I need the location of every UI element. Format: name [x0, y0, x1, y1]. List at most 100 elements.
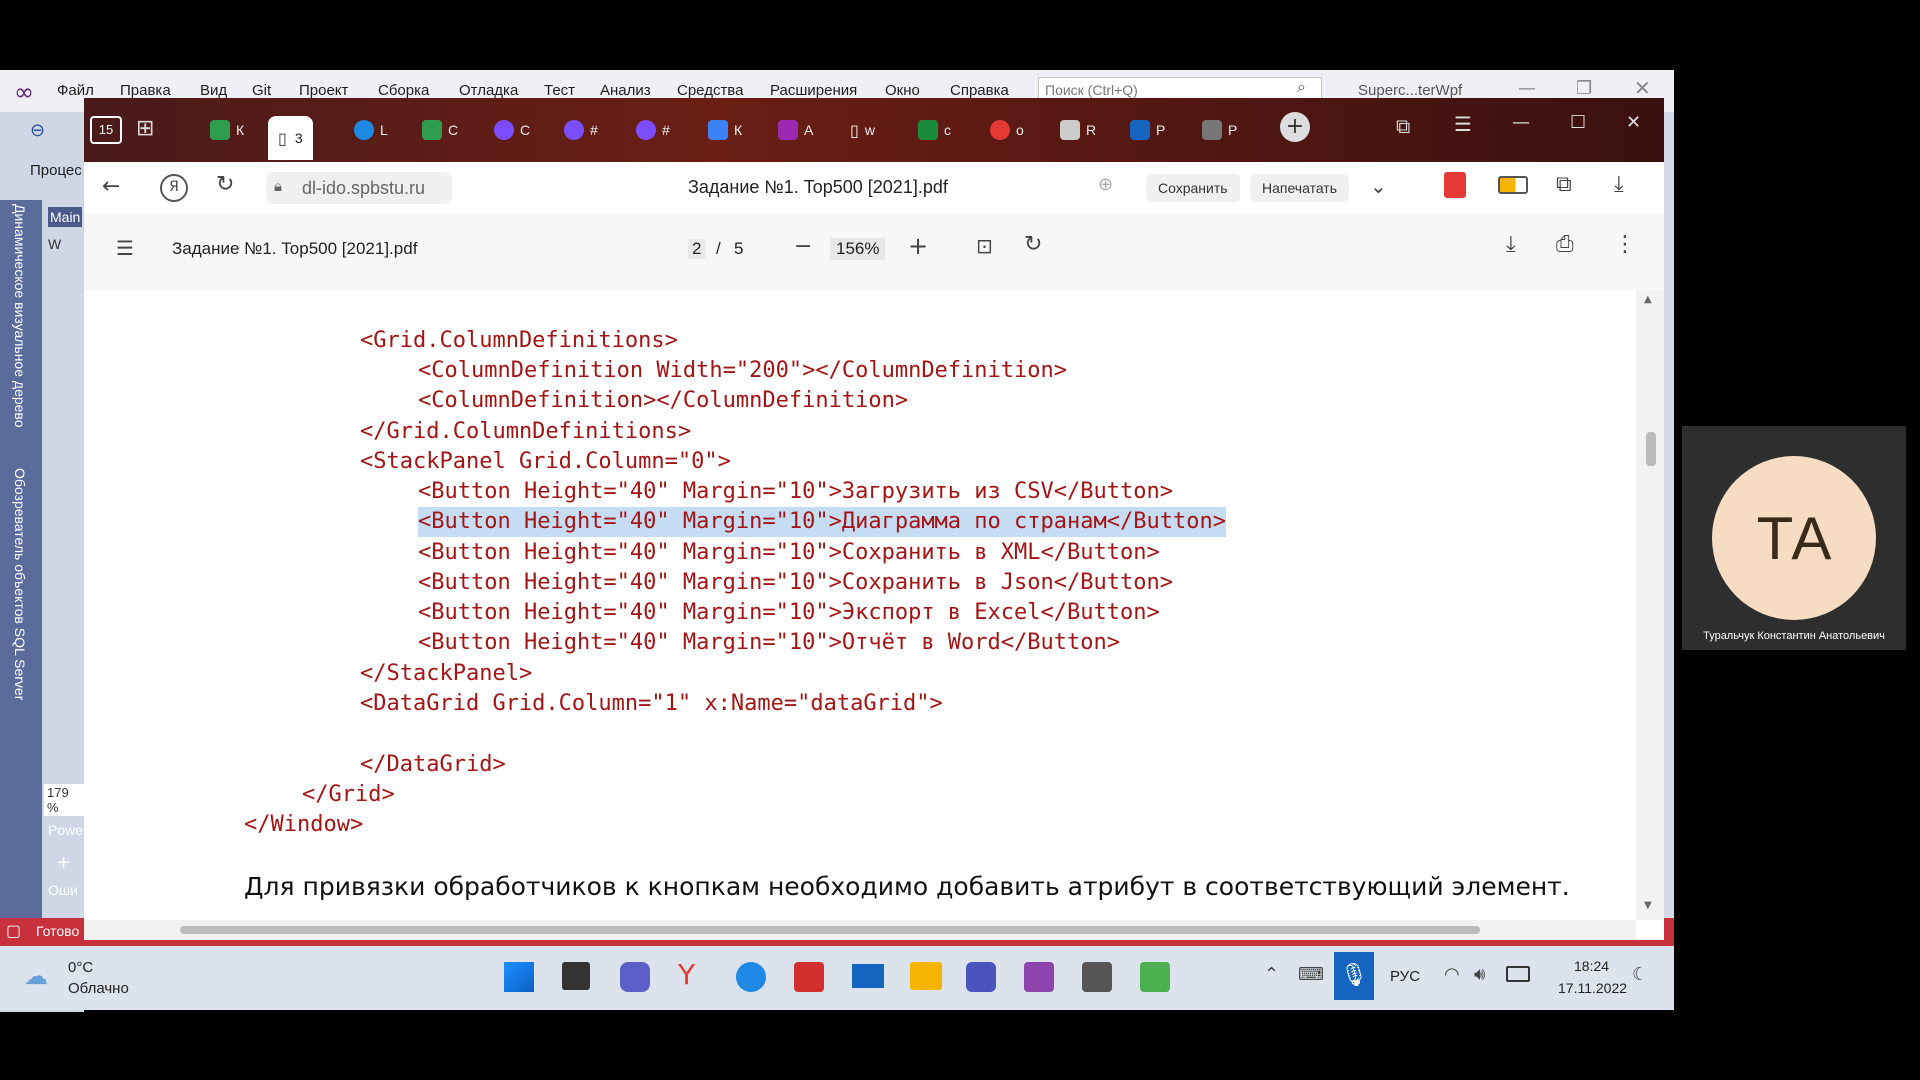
vs-menu-git[interactable]: Git: [252, 82, 271, 99]
vs-menu-test[interactable]: Тест: [544, 82, 575, 99]
vs-menu-window[interactable]: Окно: [885, 82, 920, 99]
chevron-up-icon[interactable]: ⌃: [1264, 964, 1279, 985]
bookmark-icon[interactable]: ⧉: [1396, 114, 1410, 138]
microphone-icon[interactable]: 🎙︎: [1334, 952, 1374, 1000]
vs-window-item[interactable]: W: [48, 236, 61, 252]
vs-main-tab[interactable]: Main: [48, 207, 82, 227]
mail-icon[interactable]: [852, 964, 884, 988]
scroll-thumb[interactable]: [1646, 432, 1656, 466]
tab-counter[interactable]: 15: [90, 112, 122, 148]
windows-start-icon[interactable]: [504, 962, 534, 992]
horizontal-scrollbar[interactable]: [84, 920, 1636, 940]
tab-7[interactable]: #: [636, 112, 670, 148]
input-language[interactable]: РУС: [1390, 968, 1420, 985]
new-tab-icon[interactable]: +: [1280, 112, 1310, 142]
vs-menu-analyze[interactable]: Анализ: [600, 82, 651, 99]
save-button[interactable]: Сохранить: [1146, 174, 1240, 202]
hamburger-menu-icon[interactable]: ☰: [116, 236, 134, 260]
clock-time[interactable]: 18:24: [1574, 958, 1609, 974]
scroll-up-icon[interactable]: ▲: [1644, 294, 1652, 305]
page-total: 5: [734, 239, 744, 258]
zoom-in-icon[interactable]: +: [908, 232, 928, 260]
vs-add-icon[interactable]: +: [56, 852, 71, 873]
tab-11[interactable]: с: [918, 112, 951, 148]
minimize-icon[interactable]: —: [1512, 112, 1530, 133]
volume-icon[interactable]: 🔊︎: [1474, 964, 1485, 985]
tab-6[interactable]: #: [564, 112, 598, 148]
hscroll-thumb[interactable]: [180, 926, 1480, 934]
vertical-scrollbar[interactable]: ▲ ▼: [1636, 290, 1664, 920]
battery-icon[interactable]: [1506, 966, 1530, 982]
teams-icon[interactable]: [966, 962, 996, 992]
close-icon[interactable]: ✕: [1626, 112, 1641, 133]
page-current-input[interactable]: 2: [688, 239, 706, 259]
tab-active-pdf[interactable]: ▯ 3: [268, 116, 313, 160]
vs-sql-explorer-tab[interactable]: Обозреватель объектов SQL Server: [12, 468, 28, 700]
maximize-icon[interactable]: ☐: [1570, 112, 1586, 133]
yandex-browser-icon[interactable]: Y: [678, 958, 695, 991]
chevron-down-icon[interactable]: ⌄: [1370, 174, 1387, 198]
vs-menu-view[interactable]: Вид: [200, 82, 227, 99]
reload-icon[interactable]: ↻: [216, 172, 234, 197]
vs-menu-build[interactable]: Сборка: [378, 82, 429, 99]
wifi-icon[interactable]: ◠: [1444, 964, 1460, 985]
tab-5[interactable]: С: [494, 112, 530, 148]
back-nav-icon[interactable]: ⊖: [30, 120, 45, 141]
notifications-icon[interactable]: ☾: [1632, 964, 1648, 985]
tab-9[interactable]: А: [778, 112, 813, 148]
zoom-lens-icon[interactable]: ⊕: [1098, 174, 1113, 195]
more-options-icon[interactable]: ⋮: [1614, 232, 1636, 257]
vs-menu-edit[interactable]: Правка: [120, 82, 171, 99]
tab-12[interactable]: о: [990, 112, 1024, 148]
fit-page-icon[interactable]: ⊡: [976, 234, 993, 258]
vs-menu-help[interactable]: Справка: [950, 82, 1009, 99]
rotate-icon[interactable]: ↻: [1024, 232, 1042, 257]
tab-10[interactable]: ▯ w: [850, 112, 875, 148]
clock-date[interactable]: 17.11.2022: [1558, 980, 1627, 996]
vs-close-icon[interactable]: ✕: [1634, 76, 1651, 100]
vs-menu-extensions[interactable]: Расширения: [770, 82, 857, 99]
vs-menu-tools[interactable]: Средства: [677, 82, 743, 99]
vs-live-visual-tree-tab[interactable]: Динамическое визуальное дерево: [12, 204, 28, 428]
zoom-level-input[interactable]: 156%: [830, 238, 886, 260]
pdf-page: <Grid.ColumnDefinitions> <ColumnDefiniti…: [84, 290, 1636, 920]
new-folder-icon[interactable]: ⊞: [136, 116, 154, 141]
file-explorer-icon[interactable]: [910, 962, 942, 990]
vs-menu-debug[interactable]: Отладка: [459, 82, 518, 99]
url-field[interactable]: 🔒︎ dl-ido.spbstu.ru: [266, 172, 452, 204]
vs-restore-icon[interactable]: ❐: [1576, 78, 1592, 99]
yandex-home-icon[interactable]: Я: [160, 174, 188, 202]
app-window-icon[interactable]: [1082, 962, 1112, 992]
task-view-icon[interactable]: [562, 962, 590, 990]
print-button[interactable]: Напечатать: [1250, 174, 1350, 202]
tab-4[interactable]: С: [422, 112, 458, 148]
vs-zoom-level[interactable]: 179 %: [44, 784, 84, 816]
collections-icon[interactable]: ⧉: [1556, 172, 1572, 197]
keyboard-icon[interactable]: ⌨: [1298, 964, 1324, 985]
tab-1[interactable]: К: [210, 112, 244, 148]
edge-icon[interactable]: [736, 962, 766, 992]
scroll-down-icon[interactable]: ▼: [1644, 900, 1652, 911]
visual-studio-icon[interactable]: [1024, 962, 1054, 992]
extension-icon[interactable]: [1444, 172, 1466, 198]
vs-power-tab[interactable]: Powe: [48, 822, 83, 838]
chart-app-icon[interactable]: [1140, 962, 1170, 992]
zoom-out-icon[interactable]: −: [794, 234, 812, 259]
vs-menu-project[interactable]: Проект: [299, 82, 348, 99]
tab-13[interactable]: R: [1060, 112, 1096, 148]
tab-8[interactable]: К: [708, 112, 742, 148]
tab-15[interactable]: Р: [1202, 112, 1237, 148]
menu-icon[interactable]: ☰: [1454, 112, 1472, 136]
tab-14[interactable]: Р: [1130, 112, 1165, 148]
tab-3[interactable]: L: [354, 112, 388, 148]
vs-errors-tab[interactable]: Оши: [48, 882, 78, 898]
back-arrow-icon[interactable]: ←: [102, 174, 120, 199]
pdf-print-icon[interactable]: ⎙: [1556, 232, 1574, 257]
pdf-download-icon[interactable]: ⤓: [1506, 232, 1516, 257]
acrobat-icon[interactable]: [794, 962, 824, 992]
teams-chat-icon[interactable]: [620, 962, 650, 992]
vs-minimize-icon[interactable]: —: [1518, 78, 1536, 99]
battery-extension-icon[interactable]: [1498, 176, 1528, 194]
download-icon[interactable]: ⤓: [1614, 172, 1624, 197]
vs-menu-file[interactable]: Файл: [57, 82, 94, 99]
